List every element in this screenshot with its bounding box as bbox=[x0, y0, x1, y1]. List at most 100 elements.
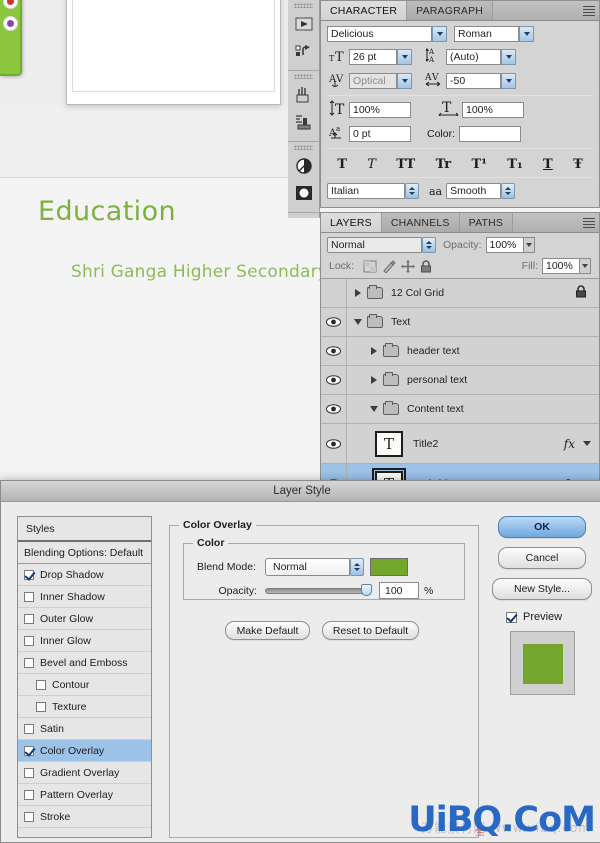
subscript-button[interactable]: T₁ bbox=[507, 157, 522, 172]
style-checkbox[interactable] bbox=[36, 679, 46, 690]
style-item-satin[interactable]: Satin bbox=[18, 718, 151, 740]
underline-button[interactable]: T bbox=[543, 157, 553, 172]
leading-dropdown-icon[interactable] bbox=[501, 48, 516, 65]
opacity-input[interactable]: 100% bbox=[485, 237, 524, 253]
all-caps-button[interactable]: TT bbox=[396, 157, 415, 172]
style-checkbox[interactable] bbox=[24, 635, 34, 646]
document-canvas[interactable] bbox=[72, 0, 275, 92]
lock-image-icon[interactable] bbox=[382, 259, 396, 274]
leading-input[interactable]: (Auto) bbox=[446, 48, 501, 65]
tab-channels[interactable]: CHANNELS bbox=[381, 213, 460, 232]
style-item-drop-shadow[interactable]: Drop Shadow bbox=[18, 564, 151, 586]
language-stepper-icon[interactable] bbox=[405, 183, 419, 199]
font-size-input[interactable]: 26 pt bbox=[349, 48, 397, 65]
visibility-toggle[interactable] bbox=[321, 366, 347, 394]
masks-icon[interactable] bbox=[292, 180, 316, 206]
tab-layers[interactable]: LAYERS bbox=[321, 213, 382, 232]
expand-triangle-icon[interactable] bbox=[349, 289, 367, 297]
reset-to-default-button[interactable]: Reset to Default bbox=[322, 621, 419, 640]
style-item-stroke[interactable]: Stroke bbox=[18, 806, 151, 828]
style-checkbox[interactable] bbox=[24, 789, 34, 800]
style-checkbox[interactable] bbox=[24, 591, 34, 602]
new-style-button[interactable]: New Style... bbox=[492, 578, 592, 600]
small-caps-button[interactable]: Tr bbox=[436, 157, 452, 172]
cancel-button[interactable]: Cancel bbox=[498, 547, 586, 569]
strikethrough-button[interactable]: Ŧ bbox=[573, 157, 583, 172]
faux-bold-button[interactable]: T bbox=[337, 157, 347, 172]
background-app-window[interactable] bbox=[0, 0, 22, 76]
style-item-outer-glow[interactable]: Outer Glow bbox=[18, 608, 151, 630]
visibility-toggle[interactable] bbox=[321, 308, 347, 336]
style-checkbox[interactable] bbox=[24, 745, 34, 756]
blend-mode-select[interactable]: Normal bbox=[265, 558, 350, 576]
baseline-shift-input[interactable]: 0 pt bbox=[349, 125, 411, 142]
visibility-toggle[interactable] bbox=[321, 279, 347, 307]
superscript-button[interactable]: T¹ bbox=[472, 157, 487, 172]
visibility-toggle[interactable] bbox=[321, 395, 347, 423]
blend-mode-stepper-icon[interactable] bbox=[422, 237, 436, 253]
adjustments-icon[interactable] bbox=[292, 153, 316, 179]
tracking-dropdown-icon[interactable] bbox=[501, 72, 516, 89]
font-size-dropdown-icon[interactable] bbox=[397, 48, 412, 65]
style-item-color-overlay[interactable]: Color Overlay bbox=[18, 740, 151, 762]
font-style-input[interactable]: Roman bbox=[454, 26, 519, 42]
document-window[interactable] bbox=[66, 0, 281, 105]
expand-triangle-icon[interactable] bbox=[365, 376, 383, 384]
opacity-input[interactable]: 100 bbox=[379, 582, 419, 599]
style-checkbox[interactable] bbox=[24, 657, 34, 668]
faux-italic-button[interactable]: T bbox=[367, 157, 376, 172]
text-layer-thumbnail[interactable]: T bbox=[375, 430, 403, 457]
style-checkbox[interactable] bbox=[24, 811, 34, 822]
style-checkbox[interactable] bbox=[24, 569, 34, 580]
animation-icon[interactable] bbox=[292, 38, 316, 64]
style-item-gradient-overlay[interactable]: Gradient Overlay bbox=[18, 762, 151, 784]
font-family-dropdown-icon[interactable] bbox=[432, 26, 447, 42]
dock-grip[interactable] bbox=[294, 3, 313, 8]
make-default-button[interactable]: Make Default bbox=[225, 621, 310, 640]
blend-mode-select[interactable]: Normal bbox=[327, 237, 422, 253]
tool-presets-icon[interactable] bbox=[292, 109, 316, 135]
table-row[interactable]: Content text bbox=[321, 395, 599, 424]
horizontal-scale-input[interactable]: 100% bbox=[462, 101, 524, 118]
lock-transparency-icon[interactable] bbox=[363, 260, 377, 273]
table-row[interactable]: 12 Col Grid bbox=[321, 279, 599, 308]
style-item-texture[interactable]: Texture bbox=[18, 696, 151, 718]
table-row[interactable]: Text bbox=[321, 308, 599, 337]
fill-slider-arrow-icon[interactable] bbox=[580, 258, 591, 274]
preview-checkbox[interactable] bbox=[506, 611, 517, 623]
dock-grip[interactable] bbox=[294, 145, 313, 150]
text-color-swatch[interactable] bbox=[459, 125, 522, 142]
font-style-dropdown-icon[interactable] bbox=[519, 26, 534, 42]
actions-play-icon[interactable] bbox=[292, 11, 316, 37]
anti-alias-stepper-icon[interactable] bbox=[501, 183, 516, 199]
language-select[interactable]: Italian bbox=[327, 183, 405, 199]
style-checkbox[interactable] bbox=[36, 701, 46, 712]
vertical-scale-input[interactable]: 100% bbox=[349, 101, 411, 118]
opacity-slider-knob[interactable] bbox=[361, 583, 372, 596]
opacity-slider[interactable] bbox=[265, 583, 372, 596]
visibility-toggle[interactable] bbox=[321, 424, 347, 463]
style-checkbox[interactable] bbox=[24, 723, 34, 734]
expand-triangle-icon[interactable] bbox=[365, 347, 383, 355]
visibility-toggle[interactable] bbox=[321, 337, 347, 365]
lock-all-icon[interactable] bbox=[420, 259, 432, 273]
fill-input[interactable]: 100% bbox=[542, 258, 580, 274]
brush-presets-icon[interactable] bbox=[292, 82, 316, 108]
style-item-contour[interactable]: Contour bbox=[18, 674, 151, 696]
tab-character[interactable]: CHARACTER bbox=[321, 1, 408, 20]
style-checkbox[interactable] bbox=[24, 767, 34, 778]
collapse-triangle-icon[interactable] bbox=[365, 406, 383, 412]
blend-mode-stepper-icon[interactable] bbox=[350, 558, 364, 576]
style-item-blending-options[interactable]: Blending Options: Default bbox=[18, 542, 151, 564]
style-item-bevel-and-emboss[interactable]: Bevel and Emboss bbox=[18, 652, 151, 674]
anti-alias-select[interactable]: Smooth bbox=[446, 183, 502, 199]
panel-menu-icon[interactable] bbox=[583, 6, 595, 16]
dock-grip[interactable] bbox=[294, 74, 313, 79]
style-item-pattern-overlay[interactable]: Pattern Overlay bbox=[18, 784, 151, 806]
preview-checkbox-row[interactable]: Preview bbox=[506, 611, 562, 623]
font-family-input[interactable]: Delicious bbox=[327, 26, 432, 42]
overlay-color-swatch[interactable] bbox=[370, 558, 408, 576]
ok-button[interactable]: OK bbox=[498, 516, 586, 538]
style-item-inner-shadow[interactable]: Inner Shadow bbox=[18, 586, 151, 608]
style-item-inner-glow[interactable]: Inner Glow bbox=[18, 630, 151, 652]
